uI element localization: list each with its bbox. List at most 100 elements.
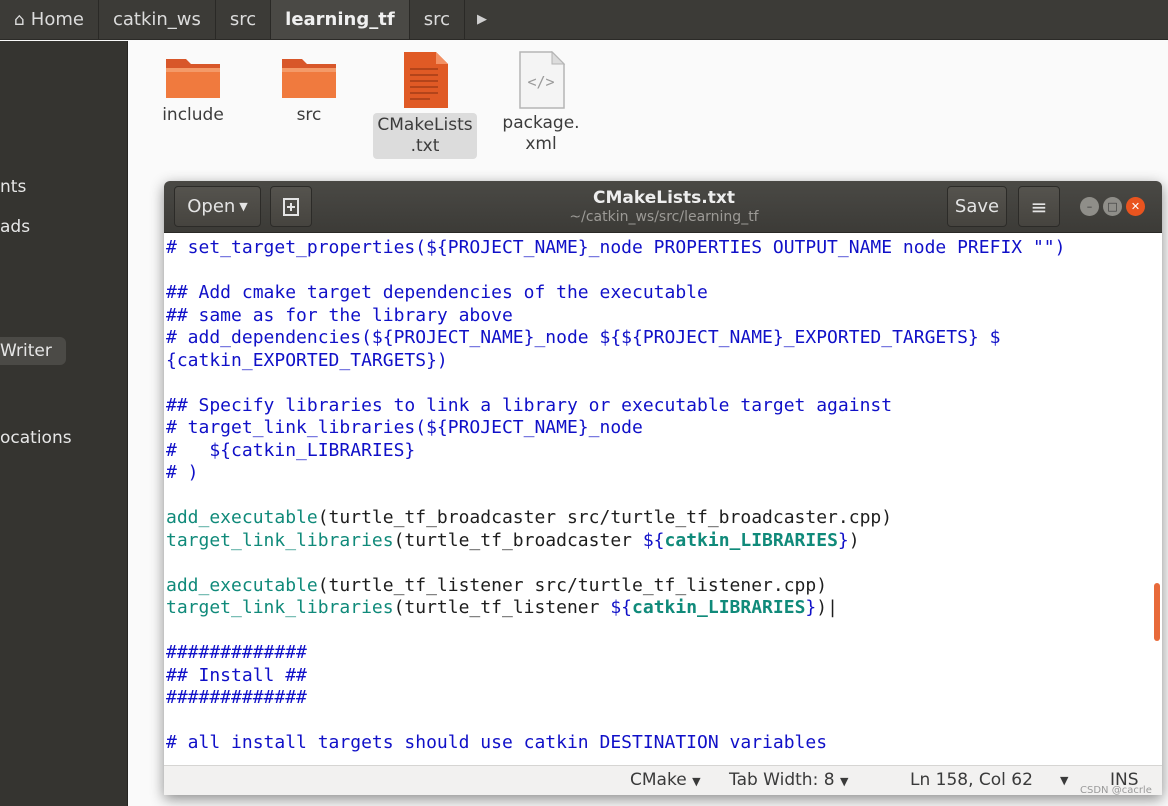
open-button-label: Open bbox=[187, 196, 236, 217]
window-title: CMakeLists.txt bbox=[593, 188, 735, 208]
code-line: {catkin_EXPORTED_TARGETS}) bbox=[166, 350, 448, 372]
code-line: # set_target_properties(${PROJECT_NAME}_… bbox=[166, 237, 1065, 259]
text-editor-window: Open ▼ CMakeLists.txt ~/catkin_ws/src/le… bbox=[164, 181, 1162, 795]
code-token: # add_dependencies(${PROJECT_NAME}_node … bbox=[166, 327, 1001, 348]
code-line: # ${catkin_LIBRARIES} bbox=[166, 440, 415, 462]
code-token: ## Install ## bbox=[166, 664, 307, 686]
code-token: ## Specify libraries to link a library o… bbox=[166, 394, 893, 416]
code-token: ############# bbox=[166, 687, 307, 708]
xml-file-icon: </> bbox=[519, 51, 566, 109]
code-token: catkin_LIBRARIES bbox=[664, 529, 838, 551]
sidebar-item-downloads[interactable]: ads bbox=[0, 217, 30, 237]
code-editor[interactable]: # set_target_properties(${PROJECT_NAME}_… bbox=[164, 234, 1162, 765]
breadcrumb-src[interactable]: src bbox=[216, 0, 272, 39]
code-line: # add_dependencies(${PROJECT_NAME}_node … bbox=[166, 327, 1000, 349]
code-line: # target_link_libraries(${PROJECT_NAME}_… bbox=[166, 417, 643, 439]
code-token: ## Add cmake target dependencies of the … bbox=[166, 282, 708, 303]
hamburger-menu-icon: ≡ bbox=[1030, 194, 1048, 219]
file-package-xml[interactable]: </> package. xml bbox=[486, 51, 596, 155]
close-icon: ✕ bbox=[1130, 200, 1141, 213]
code-line: target_link_libraries(turtle_tf_broadcas… bbox=[166, 530, 860, 552]
code-token: } bbox=[837, 529, 849, 551]
code-token: catkin_LIBRARIES bbox=[632, 597, 806, 618]
minimize-button[interactable]: – bbox=[1080, 197, 1099, 216]
window-subtitle: ~/catkin_ws/src/learning_tf bbox=[569, 209, 759, 225]
code-token: add_executable bbox=[166, 574, 318, 596]
editor-header-bar: Open ▼ CMakeLists.txt ~/catkin_ws/src/le… bbox=[164, 181, 1162, 233]
breadcrumb-learning-tf[interactable]: learning_tf bbox=[271, 0, 410, 39]
code-token: (turtle_tf_broadcaster bbox=[393, 529, 643, 551]
code-token: ############# bbox=[166, 642, 307, 663]
maximize-button[interactable]: □ bbox=[1103, 197, 1122, 216]
dropdown-arrow-icon: ▼ bbox=[239, 200, 248, 213]
file-name: src bbox=[296, 105, 322, 125]
tab-width-selector[interactable]: Tab Width: 8 ▼ bbox=[729, 770, 848, 790]
file-cmakelists[interactable]: CMakeLists .txt bbox=[370, 51, 480, 159]
code-token: # set_target_properties(${PROJECT_NAME}_… bbox=[166, 237, 1066, 258]
dropdown-arrow-icon: ▼ bbox=[692, 775, 701, 788]
code-line: # all install targets should use catkin … bbox=[166, 732, 827, 754]
menu-button[interactable]: ≡ bbox=[1018, 186, 1060, 227]
folder-icon bbox=[166, 59, 220, 98]
code-token: target_link_libraries bbox=[166, 597, 394, 618]
code-token: )| bbox=[816, 597, 838, 618]
scrollbar-thumb[interactable] bbox=[1154, 583, 1160, 641]
close-button[interactable]: ✕ bbox=[1126, 197, 1145, 216]
language-label: CMake bbox=[630, 770, 687, 790]
status-bar: CMake ▼ Tab Width: 8 ▼ Ln 158, Col 62 ▼ … bbox=[164, 765, 1162, 795]
code-token: # ) bbox=[166, 462, 199, 483]
text-file-icon bbox=[404, 52, 448, 108]
new-document-icon bbox=[283, 197, 299, 216]
dropdown-arrow-icon: ▼ bbox=[839, 775, 849, 788]
code-line: ## Add cmake target dependencies of the … bbox=[166, 282, 708, 304]
file-name: include bbox=[162, 105, 224, 125]
chevron-right-icon[interactable]: ▶ bbox=[465, 0, 499, 39]
code-token: # all install targets should use catkin … bbox=[166, 732, 828, 753]
code-token: ## same as for the library above bbox=[166, 304, 513, 326]
cursor-position: Ln 158, Col 62 bbox=[910, 770, 1033, 790]
code-token: # ${catkin_LIBRARIES} bbox=[166, 439, 416, 461]
watermark: CSDN @cacrle bbox=[1080, 785, 1152, 796]
code-line: add_executable(turtle_tf_listener src/tu… bbox=[166, 575, 827, 597]
code-token: } bbox=[805, 597, 817, 618]
open-button[interactable]: Open ▼ bbox=[174, 186, 261, 227]
save-button[interactable]: Save bbox=[947, 186, 1007, 227]
code-token: ${ bbox=[610, 597, 633, 618]
code-line: target_link_libraries(turtle_tf_listener… bbox=[166, 597, 838, 619]
code-line: ## same as for the library above bbox=[166, 305, 513, 327]
folder-icon bbox=[282, 59, 336, 98]
places-sidebar: nts ads Writer ocations bbox=[0, 41, 128, 806]
sidebar-item-other-locations[interactable]: ocations bbox=[0, 428, 72, 448]
code-line: # ) bbox=[166, 462, 199, 484]
file-name: CMakeLists .txt bbox=[373, 113, 477, 159]
code-line: add_executable(turtle_tf_broadcaster src… bbox=[166, 507, 892, 529]
breadcrumb-home[interactable]: ⌂ Home bbox=[0, 0, 99, 39]
breadcrumb-src-child[interactable]: src bbox=[410, 0, 465, 39]
language-selector[interactable]: CMake ▼ bbox=[630, 770, 701, 790]
code-token: {catkin_EXPORTED_TARGETS}) bbox=[166, 349, 448, 371]
home-icon: ⌂ bbox=[14, 9, 25, 30]
code-line: ############# bbox=[166, 687, 307, 709]
code-token: # target_link_libraries(${PROJECT_NAME}_… bbox=[166, 417, 643, 438]
code-line: ############# bbox=[166, 642, 307, 664]
code-token: ) bbox=[848, 529, 860, 551]
code-token: target_link_libraries bbox=[166, 529, 394, 551]
sidebar-item-writer[interactable]: Writer bbox=[0, 337, 66, 365]
breadcrumb-home-label: Home bbox=[30, 9, 84, 30]
code-line: ## Install ## bbox=[166, 665, 307, 687]
minimize-icon: – bbox=[1086, 200, 1093, 213]
code-token: (turtle_tf_listener src/turtle_tf_listen… bbox=[317, 574, 828, 596]
path-bar: ⌂ Home catkin_ws src learning_tf src ▶ bbox=[0, 0, 1168, 40]
maximize-icon: □ bbox=[1107, 200, 1118, 213]
tab-width-label: Tab Width: 8 bbox=[729, 770, 835, 790]
breadcrumb-catkin-ws[interactable]: catkin_ws bbox=[99, 0, 216, 39]
sidebar-item-documents[interactable]: nts bbox=[0, 177, 26, 197]
code-token: (turtle_tf_broadcaster src/turtle_tf_bro… bbox=[317, 507, 893, 528]
file-name: package. xml bbox=[502, 113, 580, 154]
file-src[interactable]: src bbox=[254, 51, 364, 126]
file-include[interactable]: include bbox=[138, 51, 248, 126]
code-line: ## Specify libraries to link a library o… bbox=[166, 395, 892, 417]
dropdown-arrow-icon[interactable]: ▼ bbox=[1060, 774, 1068, 787]
new-tab-button[interactable] bbox=[270, 186, 312, 227]
svg-text:</>: </> bbox=[527, 73, 554, 91]
